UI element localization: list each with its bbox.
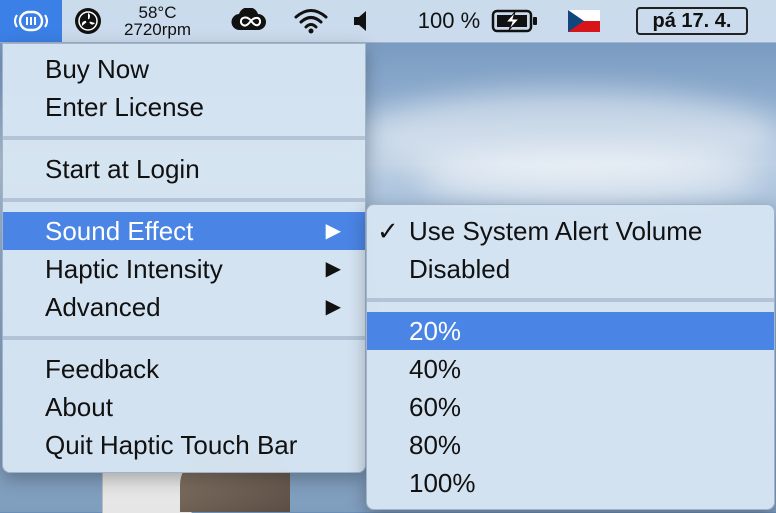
menu-item-feedback[interactable]: Feedback — [3, 350, 365, 388]
submenu-item-disabled[interactable]: Disabled — [367, 250, 774, 288]
menu-item-sound-effect[interactable]: Sound Effect ▶ — [3, 212, 365, 250]
submenu-item-100-percent[interactable]: 100% — [367, 464, 774, 502]
submenu-arrow-icon: ▶ — [325, 296, 341, 318]
fan-speed-text: 2720rpm — [123, 20, 192, 39]
wifi-icon[interactable] — [288, 0, 334, 42]
submenu-arrow-icon: ▶ — [325, 258, 341, 280]
menu-separator — [3, 336, 365, 340]
submenu-item-40-percent[interactable]: 40% — [367, 350, 774, 388]
background-window[interactable] — [102, 472, 192, 513]
menu-item-buy-now[interactable]: Buy Now — [3, 50, 365, 88]
sound-effect-submenu: ✓ Use System Alert Volume Disabled 20% 4… — [366, 204, 775, 510]
menu-item-haptic-intensity[interactable]: Haptic Intensity ▶ — [3, 250, 365, 288]
menu-item-quit[interactable]: Quit Haptic Touch Bar — [3, 426, 365, 464]
submenu-item-80-percent[interactable]: 80% — [367, 426, 774, 464]
menu-item-start-at-login[interactable]: Start at Login — [3, 150, 365, 188]
app-menu: Buy Now Enter License Start at Login Sou… — [2, 43, 366, 473]
date-display[interactable]: pá 17. 4. — [636, 7, 748, 35]
sensor-readout[interactable]: 58°C 2720rpm — [110, 0, 205, 42]
submenu-item-20-percent[interactable]: 20% — [367, 312, 774, 350]
battery-graphic — [491, 9, 537, 33]
menu-item-label: Advanced — [45, 292, 161, 322]
czech-flag-icon[interactable] — [566, 0, 602, 42]
menu-separator — [3, 136, 365, 140]
input-source-flag — [568, 10, 600, 32]
submenu-arrow-icon: ▶ — [325, 220, 341, 242]
menu-item-label: Haptic Intensity — [45, 254, 223, 284]
wifi-graphic — [294, 9, 328, 34]
haptic-touch-bar-icon[interactable] — [0, 0, 62, 42]
menu-bar: 58°C 2720rpm 100 % pá 17. 4. — [0, 0, 776, 43]
submenu-item-label: Use System Alert Volume — [409, 216, 703, 246]
fan-graphic — [75, 8, 101, 34]
speaker-graphic — [354, 11, 366, 31]
menu-item-about[interactable]: About — [3, 388, 365, 426]
battery-percent[interactable]: 100 % — [410, 0, 488, 42]
creative-cloud-icon[interactable] — [228, 0, 270, 42]
checkmark-icon: ✓ — [377, 216, 399, 246]
menu-item-enter-license[interactable]: Enter License — [3, 88, 365, 126]
menu-separator — [3, 198, 365, 202]
volume-icon[interactable] — [348, 0, 376, 42]
menu-item-advanced[interactable]: Advanced ▶ — [3, 288, 365, 326]
submenu-item-use-system-alert-volume[interactable]: ✓ Use System Alert Volume — [367, 212, 774, 250]
menu-item-label: Sound Effect — [45, 216, 194, 246]
touch-bar-icon — [14, 10, 48, 32]
menu-separator — [367, 298, 774, 302]
fan-icon[interactable] — [68, 0, 108, 42]
submenu-item-60-percent[interactable]: 60% — [367, 388, 774, 426]
temperature-text: 58°C — [138, 3, 177, 22]
battery-charging-icon[interactable] — [490, 0, 540, 42]
creative-cloud-graphic — [231, 8, 266, 31]
